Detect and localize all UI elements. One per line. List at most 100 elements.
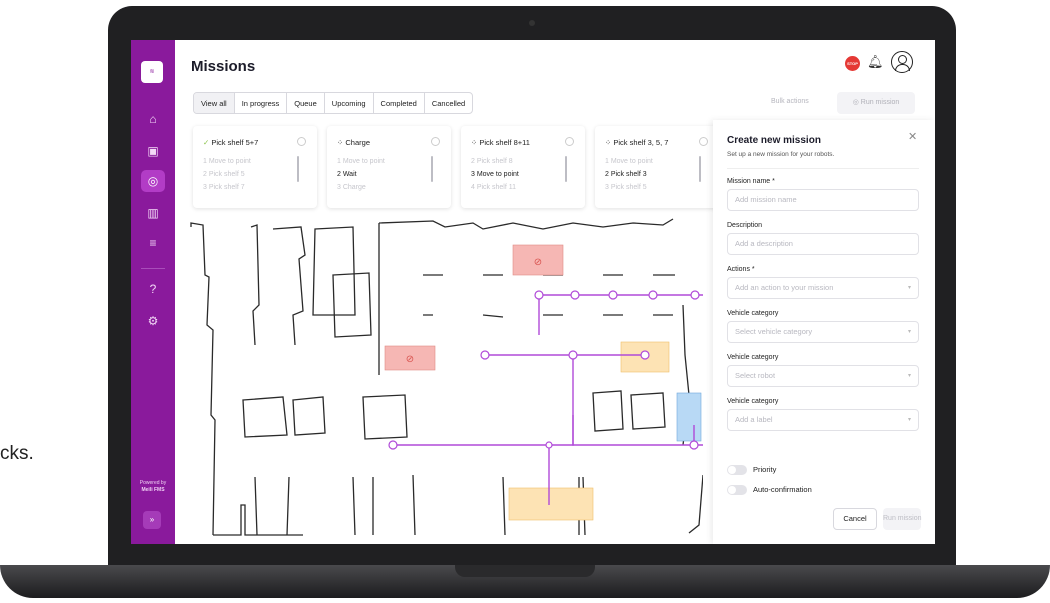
field-placeholder: Select vehicle category [735, 327, 813, 336]
mission-card-title: ✓ Pick shelf 5+7 [203, 138, 259, 147]
expand-sidebar-button[interactable]: » [143, 511, 161, 529]
create-mission-panel: Create new mission Set up a new mission … [713, 120, 935, 544]
info-icon[interactable] [565, 137, 574, 146]
chevron-down-icon: ▾ [907, 373, 911, 379]
map-room-5 [362, 394, 408, 440]
emergency-stop-button[interactable]: STOP [845, 56, 860, 71]
info-icon[interactable] [297, 137, 306, 146]
field-placeholder: Add a description [735, 239, 793, 248]
field-label: Vehicle category [727, 310, 779, 317]
tab-cancelled[interactable]: Cancelled [425, 93, 472, 113]
mission-step: 2 Pick shelf 5 [203, 171, 245, 178]
map-wall-inner-b [272, 226, 306, 346]
app-screen: ≋ ⌂ ▣ ◎ ▥ ≡ ? ⚙ Powered by Meili FMS » M… [131, 40, 935, 544]
mission-card-title: ⁘ Pick shelf 8+11 [471, 138, 530, 147]
missions-icon[interactable]: ◎ [141, 170, 165, 192]
list-icon[interactable]: ≡ [141, 232, 165, 254]
mission-step: 3 Pick shelf 7 [203, 184, 245, 191]
page-title: Missions [191, 58, 256, 75]
cancel-button[interactable]: Cancel [833, 508, 877, 530]
bell-icon[interactable]: 🔔︎ [867, 54, 884, 70]
laptop-base-notch [455, 565, 595, 577]
field-label: Actions * [727, 266, 755, 273]
spinner-icon: ⁘ [605, 138, 612, 147]
progress-bar [431, 156, 433, 182]
progress-bar [297, 156, 299, 182]
mission-step: 3 Charge [337, 184, 366, 191]
app-logo[interactable]: ≋ [141, 61, 163, 83]
field-label: Vehicle category [727, 398, 779, 405]
tab-view-all[interactable]: View all [194, 93, 235, 113]
select-field[interactable]: Add a label ▾ [727, 409, 919, 431]
mission-card[interactable]: ✓ Pick shelf 5+7 1 Move to point 2 Pick sh… [193, 126, 317, 208]
help-icon[interactable]: ? [141, 278, 165, 300]
tab-queue[interactable]: Queue [287, 93, 325, 113]
mission-step: 1 Move to point [203, 158, 251, 165]
map-room-2 [332, 272, 372, 338]
tab-completed[interactable]: Completed [374, 93, 425, 113]
map-wall-inner-a [250, 224, 260, 346]
no-entry-icon-2: ⊘ [406, 354, 414, 365]
sidebar: ≋ ⌂ ▣ ◎ ▥ ≡ ? ⚙ Powered by Meili FMS » [131, 40, 175, 544]
map-racks-bottom [254, 474, 416, 536]
run-mission-label: Run mission [860, 99, 900, 106]
info-icon[interactable] [699, 137, 708, 146]
map-room-4 [292, 396, 326, 436]
background-caption: cks. [0, 443, 34, 464]
no-entry-icon-1: ⊘ [534, 257, 542, 268]
home-icon[interactable]: ⌂ [141, 108, 165, 130]
field-placeholder: Add a label [735, 415, 773, 424]
mission-card[interactable]: ⁘ Charge 1 Move to point 2 Wait 3 Charge [327, 126, 451, 208]
check-icon: ✓ [203, 138, 210, 147]
map-wall-left [190, 222, 216, 536]
panel-divider [727, 168, 919, 169]
mission-step: 1 Move to point [605, 158, 653, 165]
sidebar-divider [141, 268, 165, 269]
auto-confirmation-toggle[interactable] [727, 485, 747, 495]
mission-step: 1 Move to point [337, 158, 385, 165]
user-avatar-icon[interactable] [891, 51, 913, 73]
select-field[interactable]: Select vehicle category ▾ [727, 321, 919, 343]
field-label: Description [727, 222, 763, 229]
text-input[interactable]: Add a description [727, 233, 919, 255]
progress-bar [699, 156, 701, 182]
mission-step: 2 Pick shelf 8 [471, 158, 513, 165]
run-mission-button[interactable]: ◎ Run mission [837, 92, 915, 114]
chevron-down-icon: ▾ [907, 285, 911, 291]
robot-routes [393, 294, 703, 505]
panel-run-mission-button[interactable]: Run mission [883, 508, 922, 530]
powered-by-name: Meili FMS [141, 487, 165, 493]
mission-step: 2 Pick shelf 3 [605, 171, 647, 178]
play-icon: ◎ [852, 99, 861, 106]
priority-label: Priority [753, 465, 777, 474]
mission-step: 4 Pick shelf 11 [471, 184, 517, 191]
text-input[interactable]: Add mission name [727, 189, 919, 211]
mission-card[interactable]: ⁘ Pick shelf 3, 5, 7 1 Move to point 2 Pic… [595, 126, 719, 208]
bulk-actions-button[interactable]: Bulk actions [771, 98, 809, 105]
powered-by-label: Powered by [139, 480, 167, 486]
auto-confirmation-label: Auto-confirmation [753, 485, 812, 494]
field-label: Mission name * [727, 178, 775, 185]
mission-step: 2 Wait [337, 171, 357, 178]
mission-card[interactable]: ⁘ Pick shelf 8+11 2 Pick shelf 8 3 Move to… [461, 126, 585, 208]
select-field[interactable]: Select robot ▾ [727, 365, 919, 387]
info-icon[interactable] [431, 137, 440, 146]
map-icon[interactable]: ▥ [141, 202, 165, 224]
select-field[interactable]: Add an action to your mission ▾ [727, 277, 919, 299]
warehouse-map[interactable]: ⊘ ⊘ + − [183, 215, 703, 544]
zone-charging-bottom [508, 487, 594, 521]
priority-toggle[interactable] [727, 465, 747, 475]
map-shelves-row2 [423, 314, 673, 318]
mission-tabs: View all In progress Queue Upcoming Comp… [193, 92, 474, 114]
chevron-down-icon: ▾ [907, 329, 911, 335]
tab-upcoming[interactable]: Upcoming [325, 93, 374, 113]
progress-bar [565, 156, 567, 182]
tab-in-progress[interactable]: In progress [235, 93, 288, 113]
robot-icon[interactable]: ▣ [141, 140, 165, 162]
map-wall-top [378, 218, 674, 230]
close-icon[interactable]: ✕ [908, 130, 917, 143]
settings-icon[interactable]: ⚙ [141, 310, 165, 332]
mission-step: 3 Pick shelf 5 [605, 184, 647, 191]
mission-card-title: ⁘ Charge [337, 138, 370, 147]
map-room-6 [592, 390, 624, 432]
